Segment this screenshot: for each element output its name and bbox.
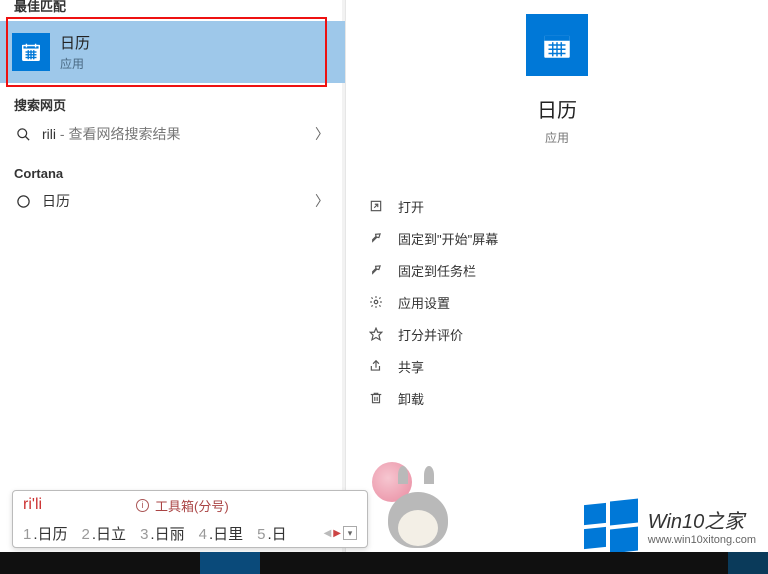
cortana-item-calendar[interactable]: 日历 〉 (0, 181, 345, 221)
ime-candidate-3[interactable]: 3.日丽 (140, 523, 185, 544)
ime-candidates: 1.日历 2.日立 3.日丽 4.日里 5.日 ◀ ▶ ▾ (13, 519, 367, 547)
app-subtitle: 应用 (545, 129, 569, 146)
taskbar-app[interactable] (200, 552, 260, 574)
web-search-suffix: - 查看网络搜索结果 (56, 126, 180, 142)
web-search-header: 搜索网页 (0, 95, 345, 114)
action-label: 共享 (398, 357, 424, 376)
open-icon (366, 199, 386, 213)
cortana-header: Cortana (0, 166, 345, 181)
ime-candidate-5[interactable]: 5.日 (257, 523, 287, 544)
ime-candidate-2[interactable]: 2.日立 (82, 523, 127, 544)
action-label: 打分并评价 (398, 325, 463, 344)
taskbar[interactable] (0, 552, 768, 574)
mascot-image (368, 458, 468, 548)
web-search-text: rili - 查看网络搜索结果 (42, 124, 180, 144)
action-label: 卸载 (398, 389, 424, 408)
action-uninstall[interactable]: 卸载 (346, 382, 768, 414)
chevron-right-icon: 〉 (315, 124, 329, 144)
watermark-title: Win10之家 (648, 505, 756, 534)
pin-taskbar-icon (366, 263, 386, 277)
best-match-header: 最佳匹配 (0, 0, 345, 15)
best-match-title: 日历 (60, 32, 90, 53)
annotation-highlight (6, 17, 327, 87)
calendar-icon (12, 33, 50, 71)
info-icon: i (136, 499, 149, 512)
web-search-query: rili (42, 126, 56, 142)
watermark-url: www.win10xitong.com (648, 534, 756, 546)
chevron-right-icon: 〉 (315, 191, 329, 211)
ime-candidate-4[interactable]: 4.日里 (199, 523, 244, 544)
watermark: Win10之家 www.win10xitong.com (584, 498, 756, 552)
action-label: 打开 (398, 197, 424, 216)
ime-prev-icon[interactable]: ◀ (324, 528, 332, 539)
app-title: 日历 (537, 94, 577, 123)
action-pin-taskbar[interactable]: 固定到任务栏 (346, 254, 768, 286)
ime-candidate-1[interactable]: 1.日历 (23, 523, 68, 544)
action-label: 固定到任务栏 (398, 261, 476, 280)
ime-dropdown-icon[interactable]: ▾ (343, 526, 357, 540)
star-icon (366, 327, 386, 341)
action-app-settings[interactable]: 应用设置 (346, 286, 768, 318)
action-share[interactable]: 共享 (346, 350, 768, 382)
search-icon (14, 127, 32, 142)
ime-next-icon[interactable]: ▶ (333, 528, 341, 539)
action-pin-start[interactable]: 固定到"开始"屏幕 (346, 222, 768, 254)
ime-toolbox-hint[interactable]: i 工具箱(分号) (136, 496, 229, 515)
trash-icon (366, 391, 386, 405)
gear-icon (366, 295, 386, 309)
action-open[interactable]: 打开 (346, 190, 768, 222)
ime-input-text: ri'li (23, 496, 42, 514)
taskbar-tray[interactable] (728, 552, 768, 574)
action-rate-review[interactable]: 打分并评价 (346, 318, 768, 350)
action-list: 打开 固定到"开始"屏幕 固定到任务栏 应用设置 打分并评价 共享 (346, 190, 768, 414)
web-search-item[interactable]: rili - 查看网络搜索结果 〉 (0, 114, 345, 154)
search-results-panel: 最佳匹配 日历 应用 搜索网页 r (0, 0, 345, 552)
pin-start-icon (366, 231, 386, 245)
best-match-item-calendar[interactable]: 日历 应用 (0, 21, 345, 83)
calendar-icon (526, 14, 588, 76)
ime-toolbox-label: 工具箱(分号) (155, 496, 229, 515)
best-match-subtitle: 应用 (60, 55, 90, 72)
windows-logo-icon (584, 498, 638, 552)
action-label: 应用设置 (398, 293, 450, 312)
action-label: 固定到"开始"屏幕 (398, 229, 498, 248)
share-icon (366, 359, 386, 373)
ime-candidate-bar[interactable]: ri'li i 工具箱(分号) 1.日历 2.日立 3.日丽 4.日里 5.日 … (12, 490, 368, 548)
cortana-circle-icon (14, 194, 32, 209)
cortana-item-label: 日历 (42, 191, 70, 211)
